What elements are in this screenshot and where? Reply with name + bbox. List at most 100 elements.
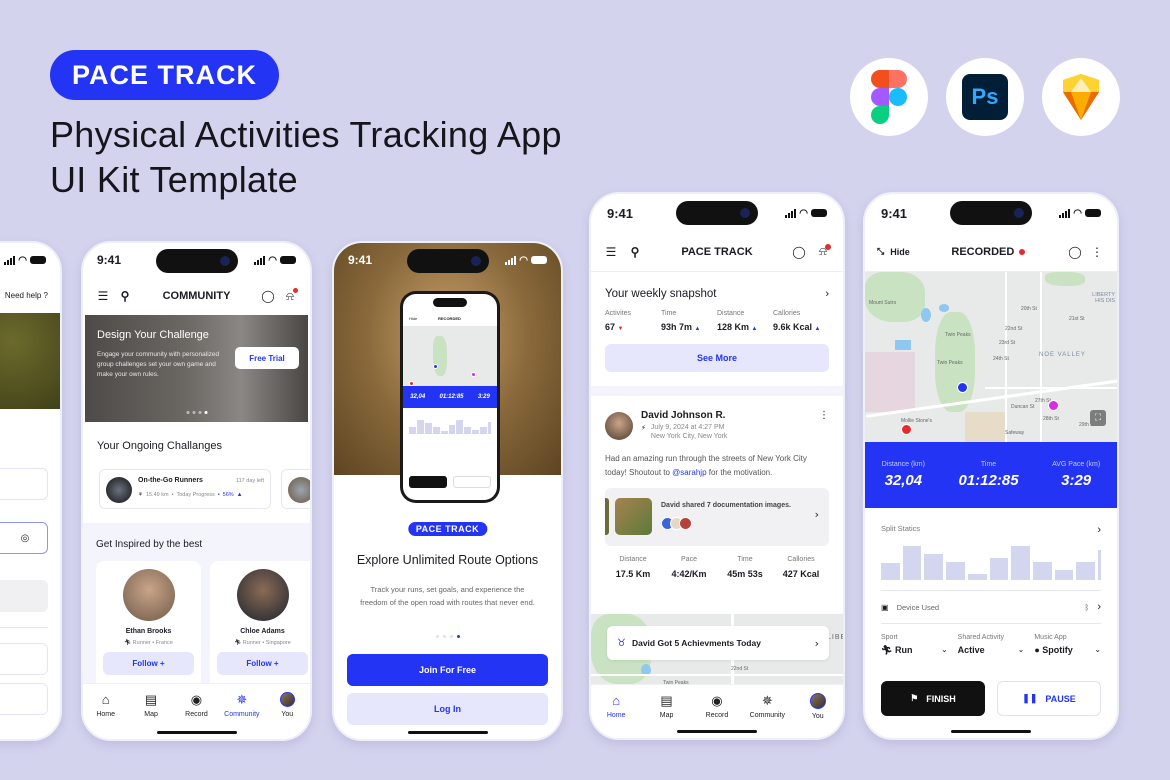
chat-icon[interactable]: ◯ <box>260 288 276 304</box>
stat-distance: Distance (km) 32,04 <box>881 461 925 489</box>
challenge-banner: Design Your Challenge Engage your commun… <box>85 315 308 422</box>
password-field[interactable]: ◎ <box>0 522 48 554</box>
split-title: Split Statics <box>881 524 921 533</box>
person-card: Ethan Brooks 🏃︎ Runner • France Follow + <box>96 561 201 689</box>
pause-button[interactable]: ❚❚ PAUSE <box>997 681 1101 716</box>
more-options-icon[interactable]: ⋮ <box>819 410 829 421</box>
split-bar <box>881 563 900 580</box>
post-map[interactable]: Twin Peaks 22nd St 21st St LIBE ♉ David … <box>591 614 843 689</box>
follow-button[interactable]: Follow + <box>217 652 308 675</box>
banner-pagination <box>186 411 207 414</box>
signal-icon <box>505 255 517 265</box>
social-login-button[interactable] <box>0 683 48 715</box>
shared-activity-select[interactable]: Shared Activity Active ⌄ <box>958 634 1025 656</box>
start-marker[interactable] <box>901 424 912 435</box>
follow-button[interactable]: Follow + <box>103 652 194 675</box>
post-author[interactable]: David Johnson R. <box>641 410 829 421</box>
person-card: Chloe Adams 🏃︎ Runner • Singapore Follow… <box>210 561 310 689</box>
see-more-button[interactable]: See More <box>605 344 829 372</box>
recording-dot-icon <box>1019 248 1026 255</box>
eye-off-icon[interactable]: ◎ <box>17 530 33 546</box>
nav-community[interactable]: ✵ Community <box>222 692 262 718</box>
figma-logo <box>850 58 928 136</box>
home-indicator <box>407 731 488 734</box>
device-row[interactable]: ▣ Device Used ᛒ › <box>865 591 1117 623</box>
device-label: Device Used <box>896 602 940 612</box>
trend-up-icon: ▲ <box>751 326 758 332</box>
waypoint-marker[interactable] <box>1048 400 1059 411</box>
shared-images-card[interactable]: David shared 7 documentation images. › <box>605 488 829 546</box>
current-position-marker[interactable] <box>957 382 968 393</box>
split-bar <box>448 425 456 434</box>
snapshot-header[interactable]: Your weekly snapshot › <box>591 272 843 300</box>
fullscreen-icon[interactable]: ⛶ <box>1090 410 1106 426</box>
phone-recording: 9:41 ◠ ⤡ Hide RECORDED ◯ ⋮ Mount Sutro 20… <box>863 192 1119 740</box>
live-stats: Distance (km) 32,04 Time 01:12:85 AVG Pace… <box>865 442 1117 508</box>
finish-button[interactable]: ⚑ FINISH <box>881 681 985 716</box>
split-bar <box>472 430 480 434</box>
bell-icon[interactable]: ⍾ <box>282 288 298 304</box>
challenge-card[interactable] <box>281 469 310 509</box>
split-header[interactable]: Split Statics › <box>865 508 1117 536</box>
need-help-link[interactable]: Need help ? <box>5 291 48 300</box>
split-bar <box>1011 546 1030 580</box>
route-map[interactable]: Mount Sutro 20th St 21st St Twin Peaks 2… <box>865 272 1117 442</box>
bell-icon[interactable]: ⍾ <box>815 243 831 260</box>
split-bar <box>456 420 464 434</box>
chat-icon[interactable]: ◯ <box>1067 244 1083 260</box>
nav-home[interactable]: ⌂ Home <box>596 693 636 719</box>
community-icon: ✵ <box>236 692 248 707</box>
split-bar <box>989 558 1009 580</box>
wifi-icon: ◠ <box>799 207 808 219</box>
nav-record[interactable]: ◉ Record <box>697 693 737 719</box>
record-icon: ◉ <box>711 693 723 708</box>
app-header: ☰ ⚲ PACE TRACK ◯ ⍾ <box>591 232 843 272</box>
chevron-right-icon[interactable]: › <box>825 288 829 300</box>
nav-you[interactable]: You <box>267 692 307 718</box>
music-app-select[interactable]: Music App ● Spotify ⌄ <box>1034 634 1101 656</box>
mention-link[interactable]: @sarahjp <box>672 468 706 477</box>
login-button[interactable]: Log In <box>347 693 548 725</box>
free-trial-button[interactable]: Free Trial <box>235 347 299 369</box>
menu-icon[interactable]: ☰ <box>95 288 111 304</box>
nav-community[interactable]: ✵ Community <box>747 693 787 719</box>
status-time: 9:41 <box>97 253 122 267</box>
signal-icon <box>254 255 266 265</box>
post-text: Had an amazing run through the streets o… <box>605 454 807 477</box>
phone-login: 9:41 ◠ Need help ? ◎ <box>0 241 62 741</box>
stat-pace: AVG Pace (km) 3:29 <box>1052 461 1101 489</box>
avatar-stack <box>661 517 692 530</box>
social-login-button[interactable] <box>0 643 48 675</box>
hide-button[interactable]: ⤡ Hide <box>877 246 910 257</box>
chevron-right-icon[interactable]: › <box>815 508 819 521</box>
nav-home[interactable]: ⌂ Home <box>86 692 126 718</box>
search-icon[interactable]: ⚲ <box>117 288 133 304</box>
chevron-right-icon: › <box>814 636 819 650</box>
chat-icon[interactable]: ◯ <box>791 244 807 260</box>
status-icons: ◠ <box>254 255 296 266</box>
login-button[interactable] <box>0 580 48 612</box>
chevron-down-icon: ⌄ <box>1017 645 1025 654</box>
avatar <box>279 692 295 707</box>
menu-icon[interactable]: ☰ <box>603 244 619 260</box>
nav-map[interactable]: ▤ Map <box>647 693 687 719</box>
author-avatar[interactable] <box>605 412 633 440</box>
hero-title: Physical Activities Tracking App UI Kit … <box>50 112 562 202</box>
nav-map[interactable]: ▤ Map <box>131 692 171 718</box>
runner-icon: 🏃︎ <box>124 640 132 646</box>
challenge-card[interactable]: On-the-Go Runners 117 day left ⚘ 15.49 k… <box>99 469 271 509</box>
nav-you[interactable]: You <box>798 693 838 720</box>
sport-select[interactable]: Sport 🏃︎ Run ⌄ <box>881 634 948 656</box>
join-button[interactable]: Join For Free <box>347 654 548 686</box>
post-stats: Distance 17.5 Km Pace 4:42/Km Time 45m 53s … <box>615 556 820 579</box>
more-options-icon[interactable]: ⋮ <box>1089 244 1105 260</box>
signal-icon <box>1059 208 1071 218</box>
split-bar <box>946 562 965 580</box>
email-field[interactable] <box>0 468 48 500</box>
challenge-distance: 15.49 km <box>145 492 169 498</box>
achievement-banner[interactable]: ♉ David Got 5 Achievments Today › <box>607 626 829 660</box>
phone-onboarding: 9:41 ◠ Hide RECORDED 32,04 01:12:85 3:29 <box>332 241 563 741</box>
chevron-right-icon[interactable]: › <box>1097 524 1101 536</box>
search-icon[interactable]: ⚲ <box>627 244 643 260</box>
nav-record[interactable]: ◉ Record <box>176 692 216 718</box>
